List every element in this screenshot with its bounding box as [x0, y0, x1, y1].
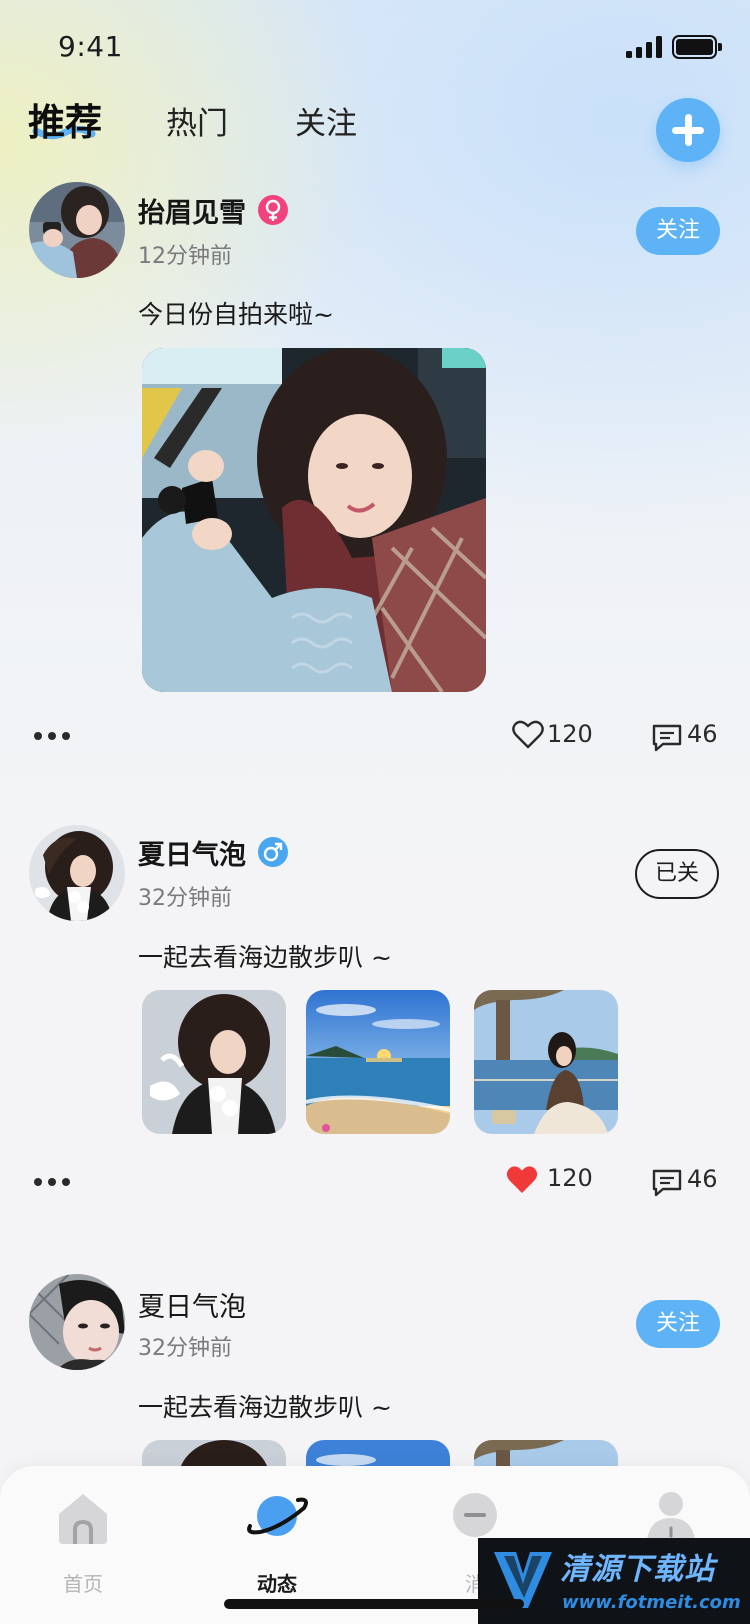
profile-icon: [647, 1492, 695, 1540]
post-image[interactable]: [474, 990, 618, 1134]
post-time: 12分钟前: [138, 244, 232, 269]
female-icon: [258, 195, 288, 225]
post-text: 今日份自拍来啦~: [138, 300, 334, 329]
home-indicator: [224, 1599, 524, 1609]
avatar[interactable]: [29, 182, 125, 278]
follow-button[interactable]: 关注: [636, 207, 720, 255]
like-count: 120: [547, 720, 593, 748]
nav-home-label: 首页: [63, 1572, 103, 1596]
add-post-button[interactable]: [656, 98, 720, 162]
like-count: 120: [547, 1164, 593, 1192]
message-icon: [453, 1493, 497, 1537]
post-image[interactable]: [142, 990, 286, 1134]
avatar[interactable]: [29, 1274, 125, 1370]
follow-button[interactable]: 关注: [636, 1300, 720, 1348]
status-time: 9:41: [58, 30, 123, 63]
post-time: 32分钟前: [138, 886, 232, 911]
avatar[interactable]: [29, 825, 125, 921]
feed-tabs: 推荐 热门 关注: [0, 92, 750, 152]
username[interactable]: 夏日气泡: [138, 1285, 246, 1324]
heart-filled-icon: [506, 1166, 538, 1193]
male-icon: [258, 837, 288, 867]
tab-hot[interactable]: 热门: [166, 98, 228, 143]
comment-icon: [652, 724, 682, 752]
heart-icon: [512, 720, 544, 749]
more-options-button[interactable]: [34, 732, 70, 740]
status-bar: 9:41: [0, 0, 750, 90]
followed-button[interactable]: 已关: [635, 849, 719, 899]
tab-follow[interactable]: 关注: [295, 98, 357, 143]
username[interactable]: 夏日气泡: [138, 833, 246, 872]
like-button[interactable]: 120: [511, 718, 593, 752]
like-button[interactable]: 120: [505, 1163, 593, 1197]
comment-icon: [652, 1169, 682, 1197]
signal-icon: [626, 36, 662, 58]
battery-icon: [672, 35, 722, 59]
comment-button[interactable]: 46: [651, 720, 726, 756]
more-options-button[interactable]: [34, 1178, 70, 1186]
comment-button[interactable]: 46: [651, 1165, 726, 1201]
post-image[interactable]: [306, 990, 450, 1134]
post-image[interactable]: [142, 348, 486, 692]
home-icon: [59, 1494, 107, 1544]
post-text: 一起去看海边散步叭 ~: [138, 943, 392, 972]
post-text: 一起去看海边散步叭 ~: [138, 1393, 392, 1422]
tab-recommend[interactable]: 推荐: [28, 92, 102, 146]
planet-icon: [247, 1496, 308, 1536]
comment-count: 46: [687, 1165, 718, 1193]
nav-feed[interactable]: 动态: [222, 1484, 332, 1596]
watermark-logo: 清源下载站 www.fotmeit.com: [478, 1538, 750, 1624]
nav-feed-label: 动态: [257, 1572, 297, 1596]
nav-home[interactable]: 首页: [28, 1484, 138, 1596]
post-time: 32分钟前: [138, 1336, 232, 1361]
watermark-url: www.fotmeit.com: [562, 1592, 741, 1613]
comment-count: 46: [687, 720, 718, 748]
username[interactable]: 抬眉见雪: [138, 191, 246, 230]
watermark-title: 清源下载站: [560, 1552, 715, 1587]
